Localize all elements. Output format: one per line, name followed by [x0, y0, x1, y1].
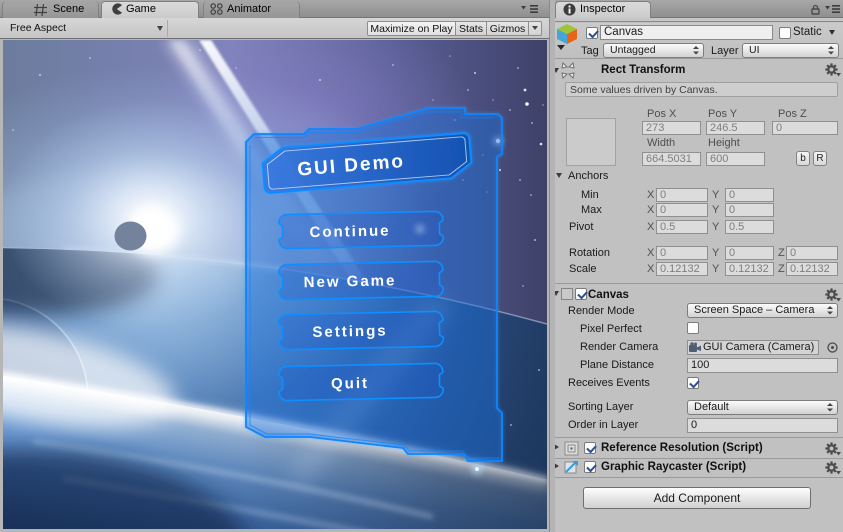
svg-text:Continue: Continue: [309, 222, 390, 241]
svg-text:New Game: New Game: [304, 272, 397, 291]
svg-text:Settings: Settings: [312, 322, 388, 341]
svg-text:Quit: Quit: [331, 375, 369, 393]
